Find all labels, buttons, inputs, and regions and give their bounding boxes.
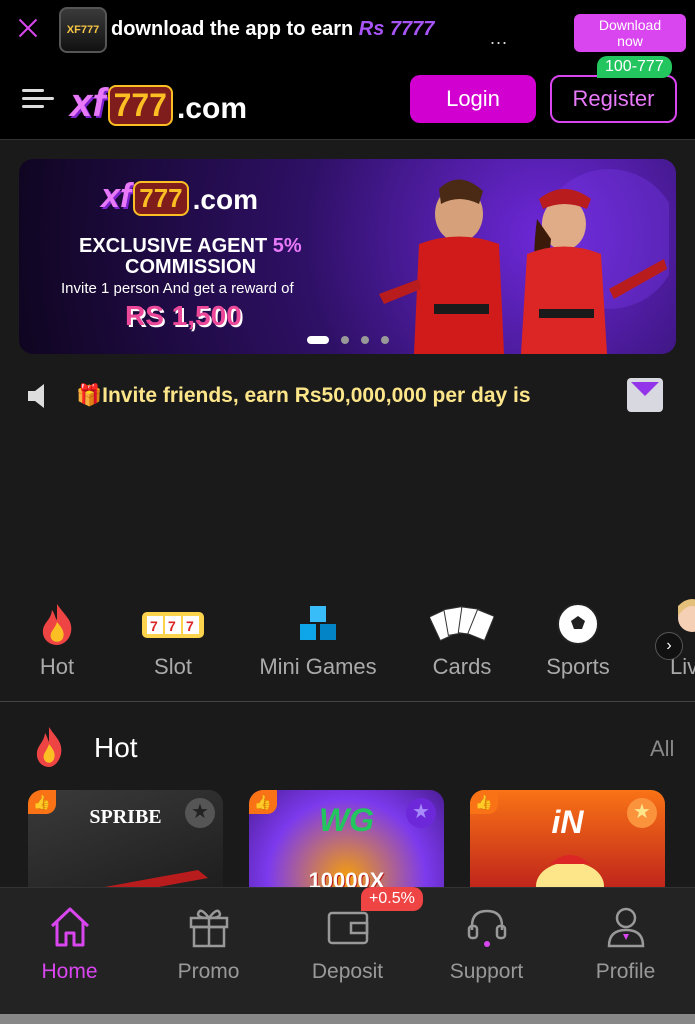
speaker-icon (28, 384, 44, 408)
nav-profile[interactable]: Profile (556, 888, 695, 1018)
category-label: Cards (432, 654, 492, 679)
user-icon (607, 907, 644, 948)
carousel-dots[interactable] (307, 336, 389, 344)
carousel-dot[interactable] (341, 336, 349, 344)
svg-text:7: 7 (168, 618, 176, 634)
flame-icon (36, 727, 62, 767)
menu-icon[interactable] (22, 86, 58, 112)
mail-icon[interactable] (627, 378, 663, 412)
star-icon[interactable]: ★ (185, 798, 215, 828)
hero-brand-xf: xf (101, 177, 132, 215)
announcement-bar: 🎁Invite friends, earn Rs50,000,000 per d… (0, 370, 695, 422)
brand-com: .com (176, 92, 247, 125)
brand-logo[interactable]: xf 777 .com (70, 76, 247, 126)
app-download-banner: XF777 download the app to earn Rs 7777 .… (0, 0, 695, 62)
star-icon[interactable]: ★ (627, 798, 657, 828)
hero-commission: COMMISSION (125, 256, 257, 278)
banner-amount: Rs 7777 (358, 18, 435, 40)
nav-label: Deposit (311, 960, 384, 983)
soccer-ball-icon (557, 603, 599, 645)
announcement-text: 🎁Invite friends, earn Rs50,000,000 per d… (76, 384, 531, 407)
nav-label: Promo (177, 960, 240, 983)
hero-reward: RS 1,500 (125, 300, 242, 331)
category-mini-games[interactable]: Mini Games (248, 592, 388, 692)
hero-brand-com: .com (192, 184, 258, 215)
slot-machine-icon: 7 7 7 (142, 612, 204, 638)
carousel-dot[interactable] (361, 336, 369, 344)
banner-text: download the app to earn Rs 7777 (111, 18, 434, 41)
headset-icon (467, 909, 506, 947)
thumbs-up-icon: 👍 (470, 790, 498, 814)
deposit-bonus-badge: +0.5% (361, 887, 423, 911)
hero-headline: EXCLUSIVE AGENT 5% (79, 235, 302, 258)
more-dots-icon: ... (490, 28, 509, 48)
hero-characters-image (379, 169, 669, 354)
game-card-spribe[interactable]: SPRIBE 👍 ★ (28, 790, 223, 900)
category-bar: Hot 7 7 7 Slot Mini Games Cards Sports L… (0, 592, 695, 702)
now-label: now (617, 33, 643, 49)
game-card-wg[interactable]: WG 10000X 👍 ★ (249, 790, 444, 900)
nav-label: Home (41, 960, 98, 983)
close-icon[interactable] (16, 16, 40, 40)
flame-icon (42, 604, 72, 645)
svg-text:7: 7 (186, 618, 194, 634)
nav-support[interactable]: Support (417, 888, 556, 1018)
cubes-icon (300, 606, 336, 640)
nav-promo[interactable]: Promo (139, 888, 278, 1018)
register-bonus-badge: 100-777 (597, 56, 672, 78)
nav-label: Profile (595, 960, 656, 983)
category-cards[interactable]: Cards (407, 592, 517, 692)
brand-xf: xf (70, 81, 106, 125)
download-now-button[interactable]: Download now (574, 14, 686, 52)
carousel-dot[interactable] (381, 336, 389, 344)
home-icon (50, 907, 89, 947)
download-label: Download (598, 17, 662, 33)
login-button[interactable]: Login (410, 75, 536, 123)
cards-icon (430, 606, 494, 642)
view-all-link[interactable]: All (650, 736, 674, 762)
category-hot[interactable]: Hot (2, 592, 112, 692)
hero-pct: 5% (272, 235, 302, 257)
site-header: xf 777 .com Login Register (0, 62, 695, 140)
category-label: Slot (154, 654, 192, 679)
category-slot[interactable]: 7 7 7 Slot (118, 592, 228, 692)
gift-icon (189, 909, 228, 948)
svg-text:7: 7 (150, 618, 158, 634)
category-sports[interactable]: Sports (523, 592, 633, 692)
hero-headline-text: EXCLUSIVE AGENT (79, 235, 273, 257)
star-icon[interactable]: ★ (406, 798, 436, 828)
bottom-navigation: Home Promo Deposit Support Profile (0, 887, 695, 1024)
section-title-hot: Hot (94, 732, 138, 763)
game-card-in[interactable]: iN 👍 ★ (470, 790, 665, 900)
thumbs-up-icon: 👍 (28, 790, 56, 814)
nav-label: Support (449, 960, 524, 983)
chevron-right-icon[interactable]: › (655, 632, 683, 660)
hero-invite-text: Invite 1 person And get a reward of (61, 280, 294, 297)
category-label: Mini Games (259, 654, 377, 679)
home-indicator (0, 1014, 695, 1024)
carousel-dot[interactable] (307, 336, 329, 344)
register-button[interactable]: Register (550, 75, 677, 123)
hero-brand-777: 777 (133, 181, 189, 216)
promo-carousel[interactable]: xf 777 .com EXCLUSIVE AGENT 5% COMMISSIO… (19, 159, 676, 354)
category-label: Sports (546, 654, 610, 679)
hero-brand-logo: xf 777 .com (101, 177, 258, 216)
banner-text-prefix: download the app to earn (111, 18, 359, 40)
category-label: Hot (39, 654, 75, 679)
app-logo: XF777 (59, 7, 107, 53)
thumbs-up-icon: 👍 (249, 790, 277, 814)
brand-777: 777 (107, 85, 173, 126)
nav-home[interactable]: Home (0, 888, 139, 1018)
